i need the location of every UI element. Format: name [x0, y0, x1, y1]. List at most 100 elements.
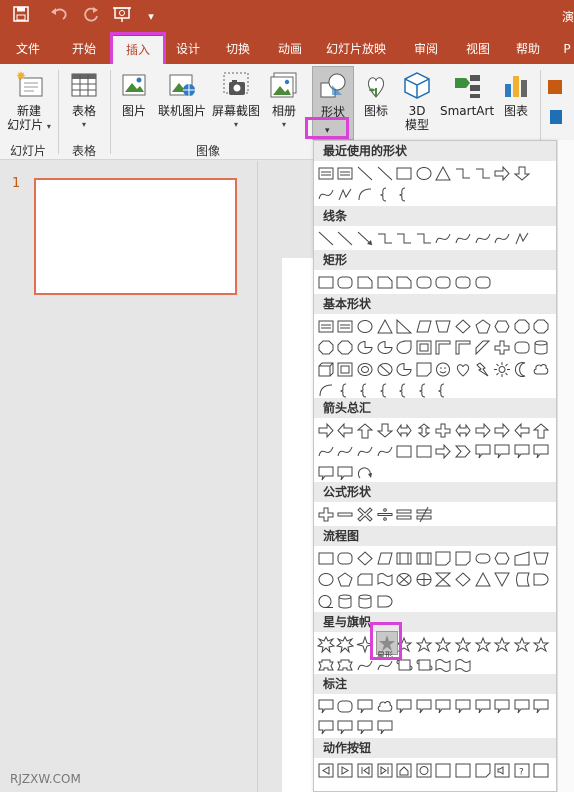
shape-cross-icon[interactable]	[492, 338, 512, 358]
shape-fc-connector-icon[interactable]	[316, 570, 336, 590]
shape-can-icon[interactable]	[532, 338, 552, 358]
shape-btn-movie-icon[interactable]	[453, 760, 473, 780]
shape-round2-icon[interactable]	[453, 272, 473, 292]
chart-button[interactable]: 图表	[498, 70, 534, 118]
shape-fc-card-icon[interactable]	[355, 570, 375, 590]
shape-fc-stored-icon[interactable]	[512, 570, 532, 590]
shape-pentagon-icon[interactable]	[473, 316, 493, 336]
shape-left-arrow-icon[interactable]	[336, 420, 356, 440]
shape-fc-prep-icon[interactable]	[492, 548, 512, 568]
icons-button[interactable]: 图标	[358, 70, 394, 118]
shape-line-icon[interactable]	[316, 228, 336, 248]
slide-thumbnail[interactable]	[34, 178, 237, 295]
shape-divide-icon[interactable]	[375, 504, 395, 524]
shape-line-callout-acc2-icon[interactable]	[473, 696, 493, 716]
shape-btn-end-icon[interactable]	[375, 760, 395, 780]
shape-right-callout-icon[interactable]	[473, 442, 493, 462]
shape-btn-beginning-icon[interactable]	[355, 760, 375, 780]
shape-cloud-icon[interactable]	[532, 359, 552, 379]
shape-block-arc-icon[interactable]	[394, 359, 414, 379]
shape-fc-tape-icon[interactable]	[375, 570, 395, 590]
shape-round1-icon[interactable]	[434, 272, 454, 292]
shape-curve-double-icon[interactable]	[473, 228, 493, 248]
shape-rect-callout-icon[interactable]	[316, 696, 336, 716]
customize-icon[interactable]: ▾	[140, 6, 162, 28]
shape-fc-offpage-icon[interactable]	[336, 570, 356, 590]
shape-scribble-icon[interactable]	[492, 228, 512, 248]
redo-icon[interactable]	[80, 6, 102, 28]
shape-dodecagon-icon[interactable]	[336, 338, 356, 358]
shape-oval-icon[interactable]	[414, 163, 434, 183]
smartart-button[interactable]: SmartArt	[440, 70, 494, 118]
shape-wave-icon[interactable]	[434, 656, 454, 676]
shape-plaque-icon[interactable]	[512, 338, 532, 358]
shape-line-callout-ab2-icon[interactable]	[355, 718, 375, 738]
screenshot-button[interactable]: 屏幕截图 ▾	[210, 70, 262, 132]
shape-donut-icon[interactable]	[355, 359, 375, 379]
shape-elbow-double-icon[interactable]	[414, 228, 434, 248]
tab-slideshow[interactable]: 幻灯片放映	[320, 34, 392, 64]
shape-fc-display-icon[interactable]	[375, 591, 395, 611]
shape-teardrop-icon[interactable]	[394, 338, 414, 358]
shape-lr-arrow-icon[interactable]	[394, 420, 414, 440]
shape-down-callout-icon[interactable]	[492, 442, 512, 462]
tab-insert[interactable]: 插入	[112, 36, 164, 64]
tab-review[interactable]: 审阅	[404, 34, 448, 64]
shape-l-shape-icon[interactable]	[453, 338, 473, 358]
shape-explosion1-icon[interactable]	[316, 634, 336, 654]
shape-fc-sort-icon[interactable]	[453, 570, 473, 590]
picture-button[interactable]: 图片	[116, 70, 152, 118]
shape-btn-home-icon[interactable]	[394, 760, 414, 780]
shape-up-arrow-icon[interactable]	[355, 420, 375, 440]
shape-curved-up-icon[interactable]	[355, 442, 375, 462]
shape-ribbon-down-icon[interactable]	[336, 656, 356, 676]
shape-round-snip-icon[interactable]	[414, 272, 434, 292]
save-icon[interactable]	[10, 6, 32, 28]
shape-frame-icon[interactable]	[414, 338, 434, 358]
shape-fc-process-icon[interactable]	[316, 548, 336, 568]
shape-fc-manual-input-icon[interactable]	[512, 548, 532, 568]
shape-arrow-line-icon[interactable]	[336, 228, 356, 248]
shape-vtextbox-icon[interactable]	[336, 316, 356, 336]
shape-curved-right-icon[interactable]	[316, 442, 336, 462]
shape-line-callout-border1-icon[interactable]	[512, 696, 532, 716]
tab-more[interactable]: P	[560, 34, 574, 64]
tab-transitions[interactable]: 切换	[216, 34, 260, 64]
shape-bent-arrow-icon[interactable]	[473, 420, 493, 440]
shape-btn-sound-icon[interactable]	[492, 760, 512, 780]
shape-elbow-arrow-icon[interactable]	[473, 163, 493, 183]
shape-btn-help-icon[interactable]: ?	[512, 760, 532, 780]
shape-curve-icon[interactable]	[434, 228, 454, 248]
shape-plus-icon[interactable]	[316, 504, 336, 524]
shape-cloud-callout-icon[interactable]	[375, 696, 395, 716]
shape-cube-icon[interactable]	[316, 359, 336, 379]
shape-half-frame-icon[interactable]	[434, 338, 454, 358]
shape-brace-r-icon[interactable]	[394, 185, 414, 205]
shape-fc-direct-icon[interactable]	[355, 591, 375, 611]
shape-btn-return-icon[interactable]	[434, 760, 454, 780]
shape-scroll-v-icon[interactable]	[394, 656, 414, 676]
shape-fc-magnetic-disk-icon[interactable]	[336, 591, 356, 611]
shape-oval-icon[interactable]	[355, 316, 375, 336]
shape-curved-down-icon[interactable]	[375, 442, 395, 462]
shape-line-icon[interactable]	[355, 163, 375, 183]
shape-heptagon-icon[interactable]	[512, 316, 532, 336]
shape-curve-arrow-icon[interactable]	[453, 228, 473, 248]
shape-line-callout-border2-icon[interactable]	[532, 696, 552, 716]
shape-circular-arrow-icon[interactable]	[355, 463, 375, 483]
shape-fc-delay-icon[interactable]	[532, 570, 552, 590]
shape-smiley-icon[interactable]	[434, 359, 454, 379]
shape-fc-merge-icon[interactable]	[492, 570, 512, 590]
shape-left-up-arrow-icon[interactable]	[512, 420, 532, 440]
shape-lightning-icon[interactable]	[473, 359, 493, 379]
shape-ud-arrow-icon[interactable]	[414, 420, 434, 440]
shape-sun-icon[interactable]	[492, 359, 512, 379]
shape-curly-icon[interactable]	[316, 185, 336, 205]
shapes-dropdown-icon[interactable]: ▾	[325, 126, 330, 136]
new-slide-button[interactable]: ✸ 新建 幻灯片 ▾	[6, 69, 52, 134]
shape-star16-icon[interactable]	[492, 634, 512, 654]
shape-btn-back-icon[interactable]	[316, 760, 336, 780]
shape-elbow-arrow-icon[interactable]	[394, 228, 414, 248]
shape-no-symbol-icon[interactable]	[375, 359, 395, 379]
shapes-button[interactable]: 形状	[312, 66, 354, 140]
